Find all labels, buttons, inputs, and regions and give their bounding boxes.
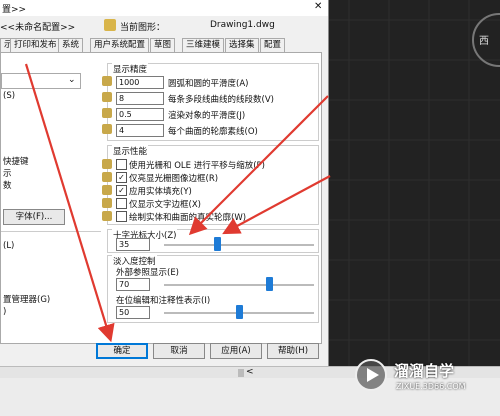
setting-icon (102, 92, 112, 102)
tab-user-preferences[interactable]: 用户系统配置 (90, 38, 150, 52)
display-performance-group: 显示性能 使用光栅和 OLE 进行平移与缩放(P) ✓ 仅亮显光栅图像边框(R)… (102, 145, 319, 225)
tab-3d-modeling[interactable]: 三维建模 (182, 38, 225, 52)
tab-plot-publish[interactable]: 打印和发布 (10, 38, 61, 52)
left-label-l: (L) (3, 241, 15, 251)
performance-row: ✓ 仅亮显光栅图像边框(R) (102, 171, 318, 184)
tab-profiles[interactable]: 配置 (260, 38, 286, 52)
setting-icon (102, 124, 112, 134)
segments-per-polyline-input[interactable]: 8 (116, 92, 164, 105)
performance-row: 绘制实体和曲面的真实轮廓(W) (102, 210, 318, 223)
tab-panel: ⌄ (S) 快捷键 示 数 字体(F)... (L) 置管理器(G) ) 显示精… (0, 52, 322, 344)
dialog-titlebar: 置>> ✕ (0, 0, 328, 16)
viewcube-west-label[interactable]: 西 (479, 32, 489, 47)
watermark-brand: 溜溜自学 (394, 362, 455, 380)
pan-zoom-raster-label: 使用光栅和 OLE 进行平移与缩放(P) (129, 161, 265, 171)
performance-row: 仅显示文字边框(X) (102, 197, 318, 210)
help-button[interactable]: 帮助(H) (267, 343, 319, 359)
true-silhouettes-checkbox[interactable] (116, 211, 127, 222)
inplace-edit-label: 在位编辑和注释性表示(I) (116, 296, 211, 306)
close-icon[interactable]: ✕ (314, 1, 322, 12)
resolution-row: 4 每个曲面的轮廓素线(O) (102, 124, 318, 138)
current-profile-label: <<未命名配置>> (0, 23, 76, 33)
tab-selection[interactable]: 选择集 (225, 38, 259, 52)
pan-zoom-raster-checkbox[interactable] (116, 159, 127, 170)
resolution-row: 8 每条多段线曲线的线段数(V) (102, 92, 318, 106)
chevron-down-icon: ⌄ (68, 75, 76, 85)
watermark-url: ZIXUE.3D66.COM (396, 382, 466, 391)
setting-icon (102, 172, 112, 182)
resolution-row: 0.5 渲染对象的平滑度(J) (102, 108, 318, 122)
inplace-edit-input[interactable]: 50 (116, 306, 150, 319)
drawing-icon (104, 19, 116, 31)
left-label-paren: ) (3, 307, 7, 317)
left-label-count: 数 (3, 181, 12, 191)
setting-icon (102, 76, 112, 86)
performance-row: 使用光栅和 OLE 进行平移与缩放(P) (102, 158, 318, 171)
true-silhouettes-label: 绘制实体和曲面的真实轮廓(W) (129, 213, 247, 223)
highlight-raster-frame-checkbox[interactable]: ✓ (116, 172, 127, 183)
font-button[interactable]: 字体(F)... (3, 209, 65, 225)
text-boundary-checkbox[interactable] (116, 198, 127, 209)
setting-icon (102, 185, 112, 195)
contour-lines-label: 每个曲面的轮廓素线(O) (168, 127, 258, 137)
xref-slider-thumb[interactable] (266, 277, 273, 291)
canvas-grid (329, 0, 500, 372)
tab-system[interactable]: 系统 (58, 38, 84, 52)
scroll-thumb[interactable] (238, 369, 244, 377)
display-resolution-group: 显示精度 1000 圆弧和圆的平滑度(A) 8 每条多段线曲线的线段数(V) 0… (102, 63, 319, 141)
options-dialog: 置>> ✕ <<未命名配置>> 当前图形： Drawing1.dwg 示 打印和… (0, 0, 329, 366)
color-scheme-dropdown[interactable]: ⌄ (1, 73, 81, 89)
rendered-smoothness-input[interactable]: 0.5 (116, 108, 164, 121)
left-label-manager: 置管理器(G) (3, 295, 51, 305)
watermark: 溜溜自学 ZIXUE.3D66.COM (352, 352, 498, 400)
play-logo-icon (355, 359, 387, 391)
highlight-raster-frame-label: 仅亮显光栅图像边框(R) (129, 174, 219, 184)
setting-icon (102, 211, 112, 221)
performance-row: ✓ 应用实体填充(Y) (102, 184, 318, 197)
rendered-smoothness-label: 渲染对象的平滑度(J) (168, 111, 246, 121)
arc-smoothness-label: 圆弧和圆的平滑度(A) (168, 79, 249, 89)
left-label-s: (S) (3, 91, 16, 101)
drawing-name: Drawing1.dwg (210, 20, 275, 30)
display-performance-title: 显示性能 (112, 145, 149, 157)
apply-solid-fill-checkbox[interactable]: ✓ (116, 185, 127, 196)
drawing-canvas[interactable]: 西 (329, 0, 500, 372)
xref-display-label: 外部参照显示(E) (116, 268, 180, 278)
left-divider (1, 231, 101, 232)
crosshair-size-group: 十字光标大小(Z) 35 (107, 229, 319, 253)
setting-icon (102, 159, 112, 169)
tab-drafting[interactable]: 草图 (150, 38, 176, 52)
segments-per-polyline-label: 每条多段线曲线的线段数(V) (168, 95, 274, 105)
resolution-row: 1000 圆弧和圆的平滑度(A) (102, 76, 318, 90)
crosshair-slider-thumb[interactable] (213, 237, 221, 251)
display-resolution-title: 显示精度 (112, 63, 149, 75)
setting-icon (102, 198, 112, 208)
current-drawing-label: 当前图形： (120, 23, 166, 33)
xref-slider-track[interactable] (164, 284, 314, 286)
setting-icon (102, 108, 112, 118)
inplace-slider-thumb[interactable] (236, 305, 243, 319)
ok-button[interactable]: 确定 (96, 343, 148, 359)
scroll-left-arrow[interactable]: < (246, 367, 254, 377)
left-label-shortcut: 快捷键 (3, 157, 29, 167)
cancel-button[interactable]: 取消 (153, 343, 205, 359)
fade-control-group: 淡入度控制 外部参照显示(E) 70 在位编辑和注释性表示(I) 50 (107, 255, 319, 323)
text-boundary-label: 仅显示文字边框(X) (129, 200, 201, 210)
arc-smoothness-input[interactable]: 1000 (116, 76, 164, 89)
left-label-show: 示 (3, 169, 12, 179)
crosshair-slider-track[interactable] (164, 244, 314, 246)
apply-solid-fill-label: 应用实体填充(Y) (129, 187, 192, 197)
titlebar-text: 置>> (2, 5, 27, 15)
crosshair-size-input[interactable]: 35 (116, 238, 150, 251)
tab-bar: 示 打印和发布 系统 用户系统配置 草图 三维建模 选择集 配置 (0, 38, 290, 52)
xref-display-input[interactable]: 70 (116, 278, 150, 291)
apply-button[interactable]: 应用(A) (210, 343, 262, 359)
contour-lines-input[interactable]: 4 (116, 124, 164, 137)
